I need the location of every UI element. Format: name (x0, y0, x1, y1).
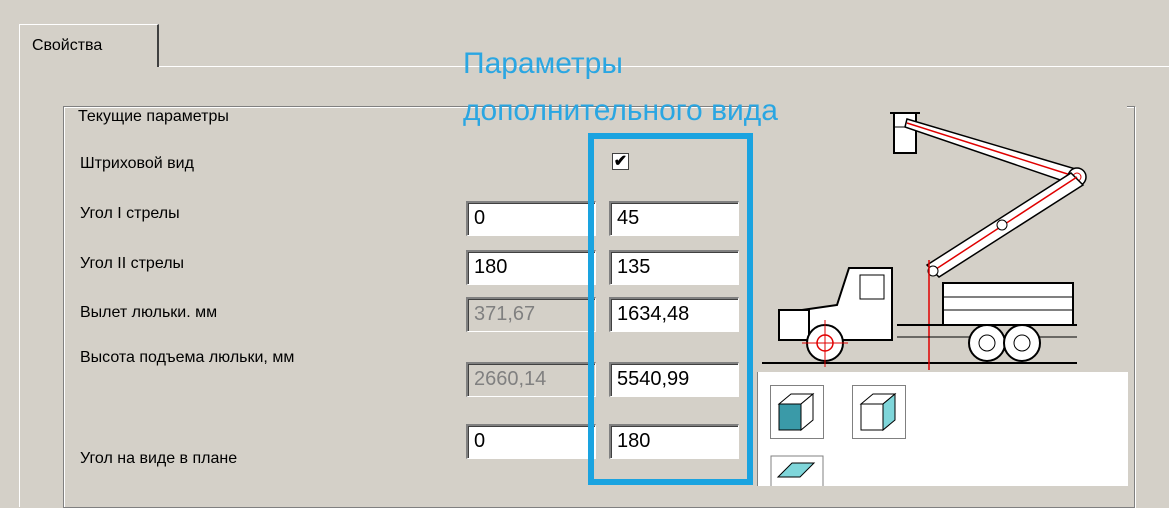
label-hatch-view: Штриховой вид (80, 155, 194, 172)
label-boom1-angle: Угол I стрелы (80, 205, 180, 222)
cube-shaded-top-icon[interactable] (770, 455, 824, 486)
tab-properties[interactable]: Свойства (19, 24, 159, 67)
aerial-lift-truck-diagram (757, 105, 1127, 373)
label-cradle-reach: Вылет люльки. мм (80, 304, 218, 321)
annotation-line-2: дополнительного вида (463, 94, 778, 127)
annotation-line-1: Параметры (463, 47, 623, 80)
label-cradle-height: Высота подъема люльки, мм (80, 349, 295, 366)
additional-view-highlight (588, 133, 753, 485)
cradle-reach-current-input: 371,67 (466, 297, 596, 332)
plan-angle-current-input[interactable]: 0 (466, 424, 596, 459)
cube-shaded-front-icon[interactable] (770, 385, 824, 439)
label-plan-angle: Угол на виде в плане (80, 450, 238, 467)
cradle-height-current-input: 2660,14 (466, 362, 596, 397)
boom1-angle-current-input[interactable]: 0 (466, 201, 596, 236)
cube-shaded-side-icon[interactable] (852, 385, 906, 439)
group-title: Текущие параметры (74, 108, 233, 126)
annotation-text: Параметры дополнительного вида (463, 40, 778, 134)
label-boom2-angle: Угол II стрелы (80, 255, 185, 272)
tab-properties-label: Свойства (32, 37, 103, 54)
boom2-angle-current-input[interactable]: 180 (466, 250, 596, 285)
